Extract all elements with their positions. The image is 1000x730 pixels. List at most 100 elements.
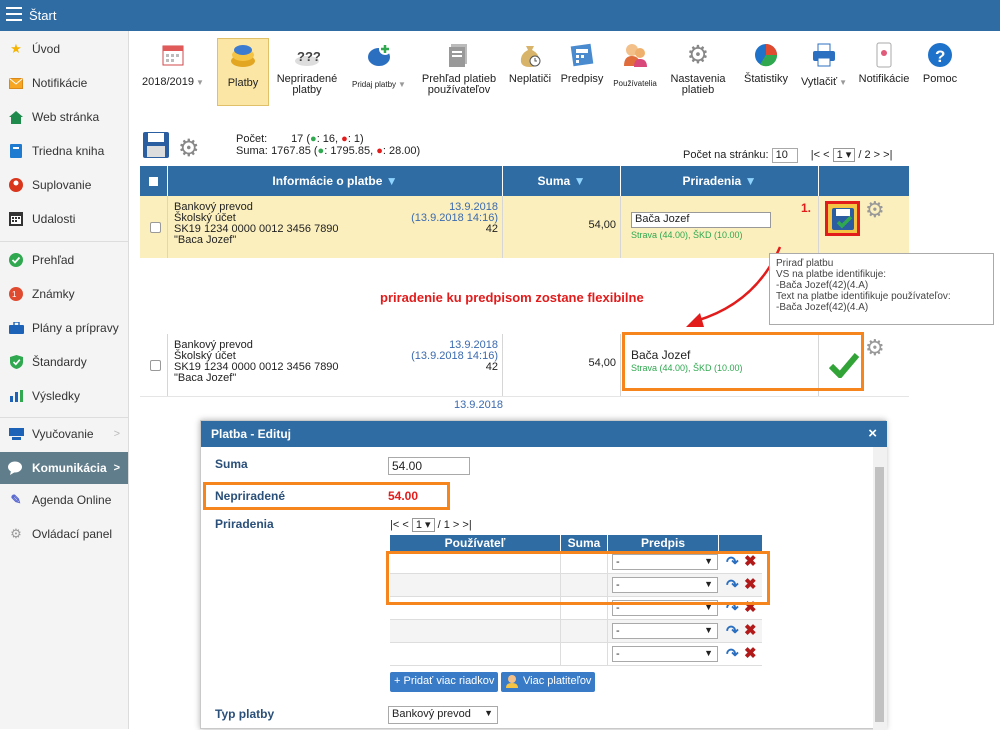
sidebar-item-udalosti[interactable]: Udalosti bbox=[0, 205, 128, 233]
toolbar-notifikacie-button[interactable]: Notifikácie bbox=[855, 38, 913, 106]
filter-icon[interactable]: ▼ bbox=[745, 174, 757, 188]
toolbar-neplatici-button[interactable]: Neplatiči bbox=[504, 38, 556, 106]
page-prev-link[interactable]: < bbox=[402, 519, 408, 531]
save-icon[interactable] bbox=[142, 131, 172, 161]
sidebar-item-label: Udalosti bbox=[32, 212, 76, 226]
page-select[interactable]: 1 ▾ bbox=[832, 148, 856, 162]
suma-column-header[interactable]: Suma ▼ bbox=[503, 166, 621, 196]
toolbar-label: Neplatiči bbox=[508, 73, 552, 85]
assignments-label: Priradenia bbox=[215, 517, 274, 531]
sidebar-item-label: Suplovanie bbox=[32, 178, 92, 192]
payment-info-cell: Bankový prevod Školský účet SK19 1234 00… bbox=[168, 196, 503, 258]
sidebar-item-komunikacia[interactable]: Komunikácia > bbox=[0, 452, 128, 484]
assign-save-button[interactable] bbox=[825, 201, 860, 236]
phone-icon bbox=[871, 42, 897, 68]
gear-icon[interactable]: ⚙ bbox=[865, 337, 885, 359]
gear-icon[interactable]: ⚙ bbox=[865, 199, 885, 221]
svg-text:?: ? bbox=[935, 47, 945, 66]
sidebar-item-vyucovanie[interactable]: Vyučovanie > bbox=[0, 420, 128, 448]
toolbar-label: Nastavenia platieb bbox=[670, 73, 726, 96]
sidebar-item-web[interactable]: Web stránka bbox=[0, 103, 128, 131]
arrow-turn-icon[interactable]: ↷ bbox=[726, 645, 739, 663]
sidebar-item-standardy[interactable]: Štandardy bbox=[0, 348, 128, 376]
sum-minus: : 28.00) bbox=[382, 145, 421, 157]
sidebar-item-agenda[interactable]: ✎ Agenda Online bbox=[0, 486, 128, 514]
report-icon bbox=[446, 42, 472, 68]
page-last-link[interactable]: >| bbox=[462, 519, 471, 531]
delete-icon[interactable]: ✖ bbox=[744, 644, 757, 662]
payment-type-select[interactable]: Bankový prevod ▼ bbox=[388, 706, 498, 724]
assignee-input[interactable]: Bača Jozef bbox=[631, 212, 771, 228]
more-payers-button[interactable]: Viac platiteľov bbox=[501, 672, 596, 692]
toolbar-statistiky-button[interactable]: Štatistiky bbox=[740, 38, 792, 106]
assignment-details: Strava (44.00), ŠKD (10.00) bbox=[631, 230, 743, 240]
toolbar-platby-button[interactable]: Platby bbox=[217, 38, 269, 106]
toolbar-nastavenia-button[interactable]: ⚙ Nastavenia platieb bbox=[663, 38, 733, 106]
page-first-link[interactable]: |< bbox=[811, 149, 820, 161]
hamburger-menu-icon[interactable] bbox=[6, 7, 22, 21]
sidebar-item-uvod[interactable]: ★ Úvod bbox=[0, 35, 128, 63]
page-first-link[interactable]: |< bbox=[390, 519, 399, 531]
table-row-partial: 13.9.2018 bbox=[140, 396, 909, 409]
tooltip-line: VS na platbe identifikuje: bbox=[776, 269, 887, 280]
toolbar-label: Vytlačiť bbox=[800, 76, 838, 88]
toolbar-vytlacit-button[interactable]: Vytlačiť ▼ bbox=[796, 38, 852, 106]
page-last-link[interactable]: >| bbox=[883, 149, 892, 161]
filter-icon[interactable]: ▼ bbox=[574, 174, 586, 188]
sidebar-item-znamky[interactable]: 1 Známky bbox=[0, 280, 128, 308]
toolbar-pomoc-button[interactable]: ? Pomoc bbox=[918, 38, 962, 106]
gear-icon[interactable]: ⚙ bbox=[178, 134, 200, 163]
toolbar-pouzivatelia-button[interactable]: Používatelia bbox=[610, 38, 660, 106]
sidebar-item-label: Známky bbox=[32, 287, 75, 301]
assign-tooltip: Priraď platbu VS na platbe identifikuje:… bbox=[769, 253, 994, 325]
arrow-turn-icon[interactable]: ↷ bbox=[726, 622, 739, 640]
payment-type-label: Typ platby bbox=[215, 707, 275, 721]
save-check-icon bbox=[831, 207, 854, 230]
step-number: 1. bbox=[801, 201, 812, 215]
toolbar-nepriradene-button[interactable]: ??? Nepriradené platby bbox=[274, 38, 340, 106]
close-icon[interactable]: × bbox=[868, 425, 877, 442]
per-page-input[interactable]: 10 bbox=[771, 148, 798, 163]
sidebar-item-vysledky[interactable]: Výsledky bbox=[0, 382, 128, 410]
year-selector[interactable]: 2018/2019 ▼ bbox=[140, 38, 206, 106]
sidebar-item-prehlad[interactable]: Prehľad bbox=[0, 246, 128, 274]
page-next-link[interactable]: > bbox=[874, 149, 880, 161]
row-checkbox[interactable] bbox=[150, 360, 161, 371]
toolbar-label: Štatistiky bbox=[743, 73, 788, 85]
sidebar-item-suplovanie[interactable]: Suplovanie bbox=[0, 171, 128, 199]
predpis-select[interactable]: - ▼ bbox=[612, 623, 718, 639]
predpis-value: - bbox=[616, 625, 620, 637]
scrollbar-thumb[interactable] bbox=[875, 467, 884, 722]
sidebar-item-ovladaci-panel[interactable]: ⚙ Ovládací panel bbox=[0, 520, 128, 548]
select-all-header[interactable] bbox=[140, 166, 168, 196]
filter-icon[interactable]: ▼ bbox=[386, 174, 398, 188]
dropdown-arrow-icon: ▼ bbox=[196, 78, 204, 87]
predpis-select[interactable]: - ▼ bbox=[612, 646, 718, 662]
toolbar-pridaj-button[interactable]: Pridaj platby ▼ bbox=[350, 38, 408, 106]
minus-icon: ● bbox=[376, 145, 383, 157]
star-icon: ★ bbox=[10, 41, 22, 56]
dialog-scrollbar[interactable] bbox=[873, 447, 887, 730]
add-rows-button[interactable]: + Pridať viac riadkov bbox=[390, 672, 499, 692]
sidebar-item-label: Štandardy bbox=[32, 355, 87, 369]
help-icon: ? bbox=[927, 42, 953, 68]
sidebar-item-notifikacie[interactable]: Notifikácie bbox=[0, 69, 128, 97]
printer-icon bbox=[811, 42, 837, 68]
sidebar-item-triedna-kniha[interactable]: Triedna kniha bbox=[0, 137, 128, 165]
info-column-header[interactable]: Informácie o platbe ▼ bbox=[168, 166, 503, 196]
delete-icon[interactable]: ✖ bbox=[744, 621, 757, 639]
suma-input[interactable]: 54.00 bbox=[388, 457, 470, 475]
page-select[interactable]: 1 ▾ bbox=[411, 518, 435, 532]
page-next-link[interactable]: > bbox=[453, 519, 459, 531]
toolbar-predpisy-button[interactable]: Predpisy bbox=[558, 38, 606, 106]
priradenia-column-header[interactable]: Priradenia ▼ bbox=[621, 166, 819, 196]
sum-label: Suma: bbox=[236, 145, 268, 157]
top-bar-title[interactable]: Štart bbox=[29, 8, 56, 23]
sidebar-item-plany[interactable]: Plány a prípravy bbox=[0, 314, 128, 342]
chevron-right-icon: > bbox=[113, 428, 120, 440]
unassigned-value: 54.00 bbox=[388, 489, 419, 503]
row-checkbox[interactable] bbox=[150, 222, 161, 233]
toolbar-prehlad-button[interactable]: Prehľad platieb používateľov bbox=[418, 38, 500, 106]
sidebar-divider bbox=[0, 417, 128, 418]
page-prev-link[interactable]: < bbox=[823, 149, 829, 161]
